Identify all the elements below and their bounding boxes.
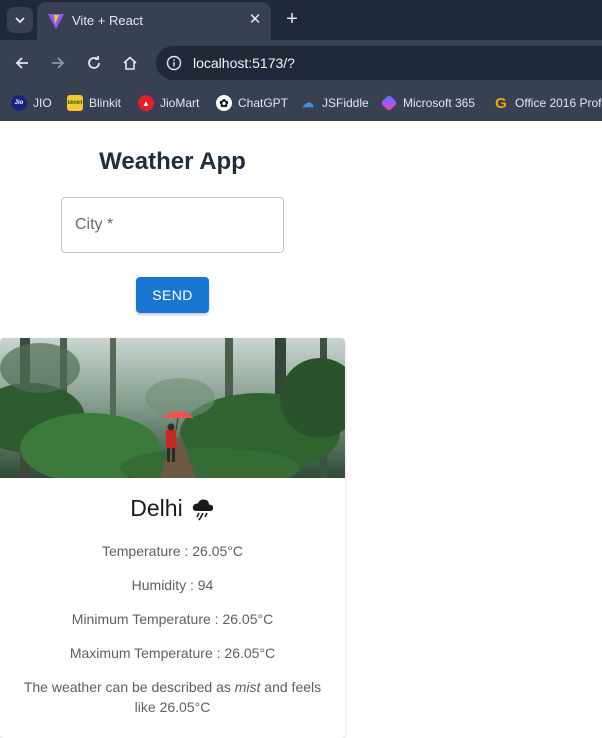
browser-toolbar: localhost:5173/? (0, 40, 602, 86)
home-button[interactable] (118, 51, 142, 75)
vite-icon (48, 14, 64, 29)
city-field[interactable] (61, 197, 284, 253)
bookmark-label: ChatGPT (238, 96, 289, 110)
site-info-icon[interactable] (164, 53, 184, 73)
jsfiddle-icon: ☁ (302, 96, 314, 110)
home-icon (123, 56, 137, 70)
chevron-down-icon (15, 17, 25, 24)
bookmark-label: Blinkit (89, 96, 122, 110)
tab-search-button[interactable] (7, 7, 33, 33)
bookmark-label: JioMart (160, 96, 200, 110)
jiomart-icon: ▲ (138, 95, 154, 111)
bookmark-jiomart[interactable]: ▲ JioMart (138, 92, 199, 114)
back-button[interactable] (10, 51, 34, 75)
weather-card: Delhi Temperature : 26.05°C Humidity : 9… (0, 338, 345, 738)
weather-description: The weather can be described as mist and… (14, 677, 331, 717)
bookmark-label: JIO (33, 96, 52, 110)
min-temperature-text: Minimum Temperature : 26.05°C (71, 611, 274, 627)
chatgpt-icon: ✿ (216, 95, 232, 111)
thunderstorm-icon (192, 498, 213, 520)
weather-image (0, 338, 345, 478)
send-button[interactable]: SEND (136, 277, 209, 313)
city-name-text: Delhi (130, 495, 183, 521)
office-icon: G (495, 94, 507, 112)
forward-arrow-icon (52, 57, 65, 69)
city-name: Delhi (0, 495, 345, 522)
page-content: Weather App SEND (0, 121, 602, 738)
bookmark-jsfiddle[interactable]: ☁ JSFiddle (300, 92, 369, 114)
page-title: Weather App (99, 148, 246, 175)
city-input[interactable] (62, 198, 283, 252)
url-text: localhost:5173/? (193, 55, 295, 71)
humidity-text: Humidity : 94 (131, 577, 214, 593)
forward-button[interactable] (46, 51, 70, 75)
bookmark-jio[interactable]: Jio JIO (11, 92, 52, 114)
tab-strip: Vite + React ✕ + (0, 0, 602, 40)
bookmark-label: Microsoft 365 (403, 96, 476, 110)
blinkit-icon: blinkit (67, 95, 83, 111)
jio-icon: Jio (11, 95, 27, 111)
description-prefix: The weather can be described as (23, 679, 235, 695)
bookmark-label: Office 2016 Profe (515, 96, 602, 110)
bookmark-office[interactable]: G Office 2016 Profe (493, 92, 602, 114)
close-tab-icon[interactable]: ✕ (245, 10, 265, 30)
temperature-text: Temperature : 26.05°C (101, 543, 243, 559)
new-tab-button[interactable]: + (281, 8, 303, 30)
back-arrow-icon (15, 57, 28, 69)
reload-icon (88, 56, 100, 69)
microsoft365-icon (380, 94, 398, 112)
bookmark-microsoft365[interactable]: Microsoft 365 (380, 92, 476, 114)
reload-button[interactable] (82, 51, 106, 75)
bookmarks-bar: Jio JIO blinkit Blinkit ▲ JioMart ✿ Chat… (0, 86, 602, 121)
browser-tab[interactable]: Vite + React ✕ (37, 2, 271, 40)
bookmark-chatgpt[interactable]: ✿ ChatGPT (216, 92, 288, 114)
tab-title: Vite + React (72, 13, 143, 28)
address-bar[interactable]: localhost:5173/? (156, 46, 602, 80)
description-condition: mist (234, 679, 261, 695)
bookmark-label: JSFiddle (322, 96, 369, 110)
bookmark-blinkit[interactable]: blinkit Blinkit (67, 92, 121, 114)
max-temperature-text: Maximum Temperature : 26.05°C (69, 645, 276, 661)
